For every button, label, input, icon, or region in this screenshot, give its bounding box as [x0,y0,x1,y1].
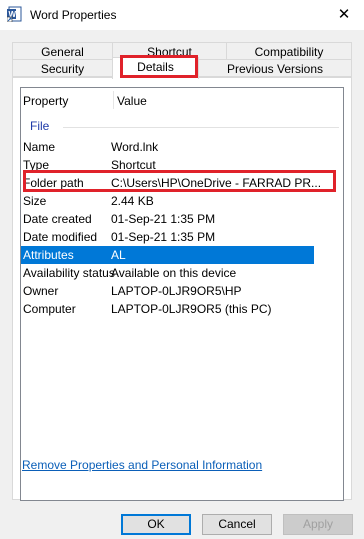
details-panel: Property Value File Name Word.lnk Type S… [12,77,352,501]
row-value: 01-Sep-21 1:35 PM [111,230,216,244]
row-value: Word.lnk [111,140,159,154]
table-row[interactable]: Date created 01-Sep-21 1:35 PM [21,210,343,228]
row-property: Attributes [23,248,74,262]
row-value: LAPTOP-0LJR9OR5\HP [111,284,242,298]
word-shortcut-icon: W [6,6,23,25]
table-row[interactable]: Date modified 01-Sep-21 1:35 PM [21,228,343,246]
tab-previous-versions[interactable]: Previous Versions [198,59,352,77]
table-row[interactable]: Name Word.lnk [21,138,343,156]
row-value: LAPTOP-0LJR9OR5 (this PC) [111,302,272,316]
table-row[interactable]: Availability status Available on this de… [21,264,343,282]
row-property: Name [23,140,56,154]
row-value: 2.44 KB [111,194,154,208]
table-row[interactable]: Size 2.44 KB [21,192,343,210]
row-property: Owner [23,284,59,298]
table-row[interactable]: Owner LAPTOP-0LJR9OR5\HP [21,282,343,300]
row-value: AL [111,248,126,262]
folder-path-highlight [23,170,336,192]
group-label-file: File [30,119,50,133]
column-header-property[interactable]: Property [23,94,68,108]
column-header-value[interactable]: Value [117,94,147,108]
ok-button[interactable]: OK [121,514,191,535]
row-property: Date modified [23,230,98,244]
tab-security[interactable]: Security [12,59,113,77]
group-divider [63,127,339,128]
remove-properties-link[interactable]: Remove Properties and Personal Informati… [22,458,262,472]
row-value: Available on this device [111,266,237,280]
row-property: Date created [23,212,92,226]
row-property: Size [23,194,47,208]
apply-button[interactable]: Apply [283,514,353,535]
cancel-button[interactable]: Cancel [202,514,272,535]
tab-general[interactable]: General [12,42,113,60]
column-divider[interactable] [113,91,114,109]
row-value: 01-Sep-21 1:35 PM [111,212,216,226]
close-icon[interactable]: ✕ [324,0,364,30]
properties-list[interactable]: Property Value File Name Word.lnk Type S… [20,87,344,501]
row-property: Availability status [23,266,115,280]
table-row-selected[interactable]: Attributes AL [21,246,314,264]
list-header: Property Value [21,89,343,111]
tab-compatibility[interactable]: Compatibility [226,42,352,60]
details-tab-highlight [120,55,198,78]
table-row[interactable]: Computer LAPTOP-0LJR9OR5 (this PC) [21,300,343,318]
title-bar: W Word Properties ✕ [0,0,364,30]
row-property: Computer [23,302,76,316]
window-title: Word Properties [30,8,117,22]
